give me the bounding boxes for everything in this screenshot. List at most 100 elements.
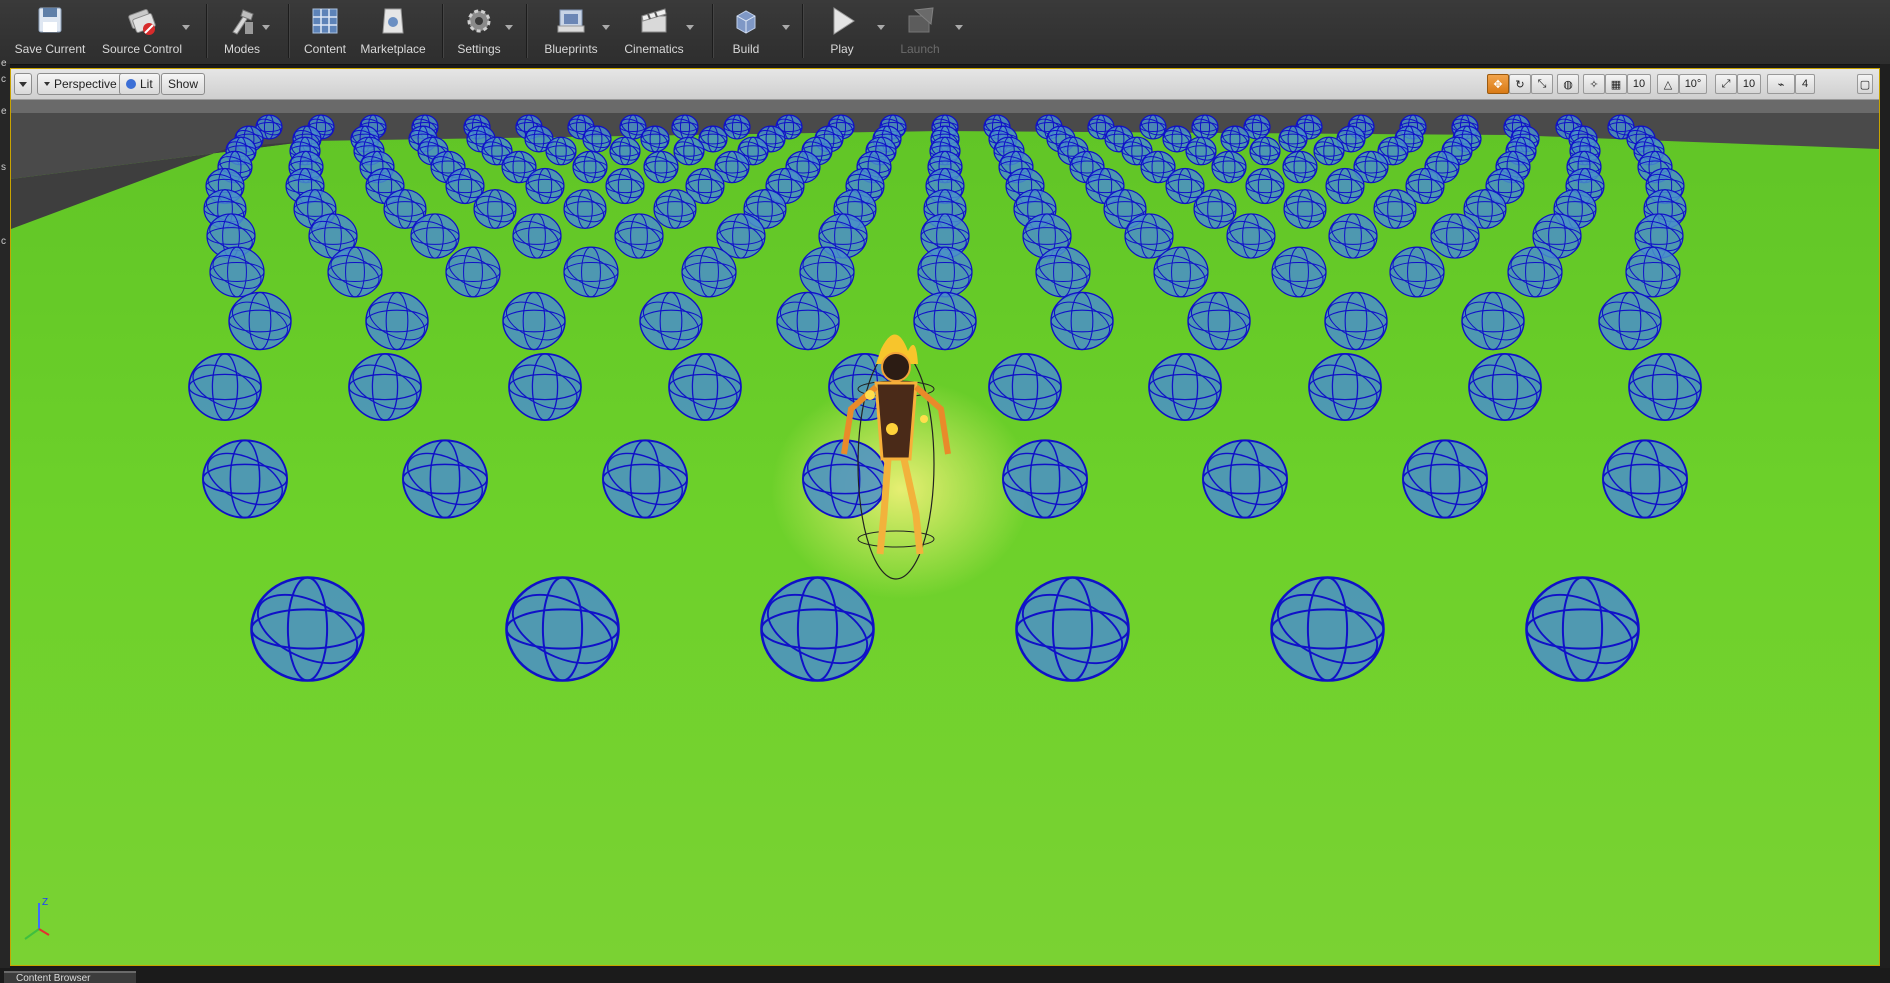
scale-snap-icon[interactable]: ⤢ xyxy=(1715,74,1737,94)
left-edge-text: e xyxy=(1,58,7,69)
torso xyxy=(874,381,918,461)
physics-sphere[interactable] xyxy=(1282,150,1319,184)
physics-sphere[interactable] xyxy=(605,167,646,205)
toolbar-separator xyxy=(802,4,803,58)
physics-sphere[interactable] xyxy=(723,114,751,140)
viewport-options-button[interactable] xyxy=(14,73,32,95)
show-flags-button[interactable]: Show xyxy=(161,73,206,95)
physics-sphere[interactable] xyxy=(643,150,680,184)
build-dropdown-icon[interactable] xyxy=(782,25,790,30)
toolbar-separator xyxy=(526,4,527,58)
level-viewport[interactable]: Z Perspective Lit Show ✥ ↻ ⤡ ◍ ✧ ▦ 10 △ … xyxy=(10,68,1880,966)
content-browser-tab[interactable]: Content Browser xyxy=(4,971,136,983)
cinematics-dropdown-icon[interactable] xyxy=(686,25,694,30)
world-space-icon[interactable]: ◍ xyxy=(1557,74,1579,94)
lit-mode-button[interactable]: Lit xyxy=(119,73,160,95)
scale-snap-value[interactable]: 10 xyxy=(1737,74,1761,94)
flame-spark xyxy=(886,423,898,435)
physics-sphere[interactable] xyxy=(1220,125,1250,153)
physics-sphere[interactable] xyxy=(545,136,577,166)
left-edge-text: c xyxy=(1,236,6,247)
play-icon xyxy=(833,7,855,35)
physics-sphere[interactable] xyxy=(1185,136,1217,166)
left-panel-edge: e c e s c xyxy=(0,58,10,968)
launch-button[interactable]: Launch xyxy=(890,0,950,62)
grid-snap-icon[interactable]: ▦ xyxy=(1605,74,1627,94)
physics-sphere[interactable] xyxy=(1139,114,1167,140)
physics-sphere[interactable] xyxy=(1249,136,1281,166)
rotation-snap-icon[interactable]: △ xyxy=(1657,74,1679,94)
modes-dropdown-icon[interactable] xyxy=(262,25,270,30)
cinematics-icon xyxy=(641,8,667,33)
settings-icon xyxy=(467,9,491,33)
physics-sphere[interactable] xyxy=(525,167,566,205)
physics-sphere[interactable] xyxy=(1282,189,1327,229)
toolbar-separator xyxy=(206,4,207,58)
chevron-down-icon xyxy=(19,81,27,87)
main-toolbar: Save Current Source Control Modes Conten… xyxy=(0,0,1890,65)
flame-spark xyxy=(865,390,875,400)
toolbar-separator xyxy=(288,4,289,58)
source-control-button[interactable]: Source Control xyxy=(96,0,188,62)
physics-sphere[interactable] xyxy=(652,189,697,229)
rotation-snap-value[interactable]: 10° xyxy=(1679,74,1707,94)
launch-dropdown-icon[interactable] xyxy=(955,25,963,30)
translate-tool-icon[interactable]: ✥ xyxy=(1487,74,1509,94)
grid-snap-value[interactable]: 10 xyxy=(1627,74,1651,94)
right-panel-edge xyxy=(1880,64,1890,968)
content-button[interactable]: Content xyxy=(296,0,354,62)
blueprints-dropdown-icon[interactable] xyxy=(602,25,610,30)
physics-sphere[interactable] xyxy=(640,125,670,153)
wall-top xyxy=(11,99,1879,113)
viewport-scene[interactable]: Z xyxy=(11,69,1879,965)
physics-sphere[interactable] xyxy=(1211,150,1248,184)
perspective-button[interactable]: Perspective xyxy=(37,73,124,95)
surface-snap-icon[interactable]: ✧ xyxy=(1583,74,1605,94)
build-icon xyxy=(736,10,756,34)
marketplace-icon xyxy=(382,8,404,34)
physics-sphere[interactable] xyxy=(582,125,612,153)
physics-sphere[interactable] xyxy=(1245,167,1286,205)
marketplace-button[interactable]: Marketplace xyxy=(356,0,430,62)
settings-dropdown-icon[interactable] xyxy=(505,25,513,30)
modes-icon xyxy=(232,9,254,35)
physics-sphere[interactable] xyxy=(673,136,705,166)
rotate-tool-icon[interactable]: ↻ xyxy=(1509,74,1531,94)
left-edge-text: c xyxy=(1,74,6,85)
chevron-down-icon xyxy=(44,82,50,86)
maximize-viewport-icon[interactable]: ▢ xyxy=(1857,74,1873,94)
physics-sphere[interactable] xyxy=(1313,136,1345,166)
left-edge-text: e xyxy=(1,106,7,117)
physics-sphere[interactable] xyxy=(609,136,641,166)
flame-spark xyxy=(920,415,928,423)
scale-tool-icon[interactable]: ⤡ xyxy=(1531,74,1553,94)
blueprints-button[interactable]: Blueprints xyxy=(534,0,608,62)
lit-sphere-icon xyxy=(126,79,136,89)
physics-sphere[interactable] xyxy=(1372,189,1417,229)
physics-sphere[interactable] xyxy=(1192,189,1237,229)
physics-sphere[interactable] xyxy=(472,189,517,229)
play-button[interactable]: Play xyxy=(812,0,872,62)
physics-sphere[interactable] xyxy=(1191,114,1219,140)
axis-z-label: Z xyxy=(42,897,48,908)
source-control-dropdown-icon[interactable] xyxy=(182,25,190,30)
launch-icon xyxy=(908,7,934,33)
save-icon xyxy=(38,7,62,33)
play-dropdown-icon[interactable] xyxy=(877,25,885,30)
modes-button[interactable]: Modes xyxy=(214,0,270,62)
viewport-toolbar: Perspective Lit Show ✥ ↻ ⤡ ◍ ✧ ▦ 10 △ 10… xyxy=(11,69,1879,100)
physics-sphere[interactable] xyxy=(562,189,607,229)
cinematics-button[interactable]: Cinematics xyxy=(618,0,690,62)
toolbar-separator xyxy=(712,4,713,58)
physics-sphere[interactable] xyxy=(1278,125,1308,153)
camera-speed-value[interactable]: 4 xyxy=(1795,74,1815,94)
camera-speed-icon[interactable]: ⌁ xyxy=(1767,74,1795,94)
physics-sphere[interactable] xyxy=(671,114,699,140)
settings-button[interactable]: Settings xyxy=(450,0,508,62)
toolbar-separator xyxy=(442,4,443,58)
physics-sphere[interactable] xyxy=(572,150,609,184)
save-current-button[interactable]: Save Current xyxy=(10,0,90,62)
physics-sphere[interactable] xyxy=(1325,167,1366,205)
build-button[interactable]: Build xyxy=(720,0,772,62)
left-edge-text: s xyxy=(1,162,6,173)
